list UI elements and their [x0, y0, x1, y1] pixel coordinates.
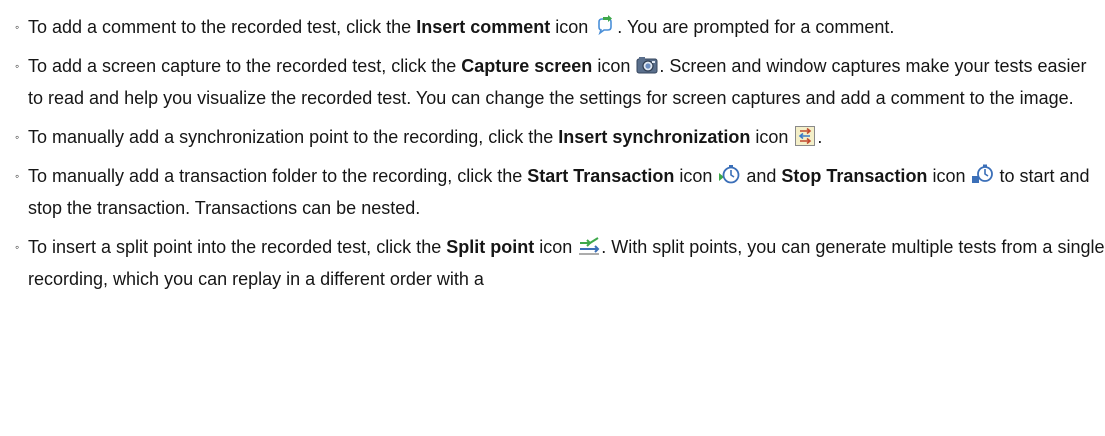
- split-point-icon: [578, 235, 600, 257]
- item-text: icon: [927, 166, 971, 186]
- list-item: ◦ To manually add a synchronization point…: [15, 121, 1105, 153]
- stop-transaction-label: Stop Transaction: [781, 166, 928, 186]
- item-text: icon: [750, 127, 794, 147]
- stop-transaction-icon: [971, 164, 994, 186]
- list-item: ◦ To add a screen capture to the recorded…: [15, 50, 1105, 114]
- item-text: and: [741, 166, 782, 186]
- capture-screen-label: Capture screen: [461, 56, 593, 76]
- item-text: icon: [674, 166, 718, 186]
- icon-instructions-list: ◦ To add a comment to the recorded test, …: [15, 11, 1105, 295]
- item-text: icon: [534, 237, 578, 257]
- list-item: ◦ To manually add a transaction folder to…: [15, 160, 1105, 224]
- synchronization-icon: [794, 125, 816, 147]
- bullet-marker: ◦: [15, 59, 20, 73]
- split-point-label: Split point: [446, 237, 535, 257]
- camera-icon: [636, 54, 658, 76]
- item-text: To manually add a synchronization point …: [28, 127, 559, 147]
- insert-synchronization-label: Insert synchronization: [558, 127, 751, 147]
- bullet-marker: ◦: [15, 20, 20, 34]
- bullet-marker: ◦: [15, 240, 20, 254]
- insert-comment-label: Insert comment: [416, 17, 551, 37]
- item-text: icon: [550, 17, 594, 37]
- item-text: . You are prompted for a comment.: [617, 17, 895, 37]
- item-text: To manually add a transaction folder to …: [28, 166, 528, 186]
- item-text: .: [817, 127, 823, 147]
- bullet-marker: ◦: [15, 130, 20, 144]
- bullet-marker: ◦: [15, 169, 20, 183]
- insert-comment-icon: [594, 15, 616, 37]
- start-transaction-label: Start Transaction: [527, 166, 675, 186]
- start-transaction-icon: [718, 164, 740, 186]
- item-text: To add a screen capture to the recorded …: [28, 56, 462, 76]
- document-body: ◦ To add a comment to the recorded test, …: [0, 0, 1105, 295]
- item-text: To insert a split point into the recorde…: [28, 237, 447, 257]
- list-item: ◦ To add a comment to the recorded test, …: [15, 11, 1105, 43]
- item-text: To add a comment to the recorded test, c…: [28, 17, 417, 37]
- list-item: ◦ To insert a split point into the record…: [15, 231, 1105, 295]
- item-text: icon: [592, 56, 636, 76]
